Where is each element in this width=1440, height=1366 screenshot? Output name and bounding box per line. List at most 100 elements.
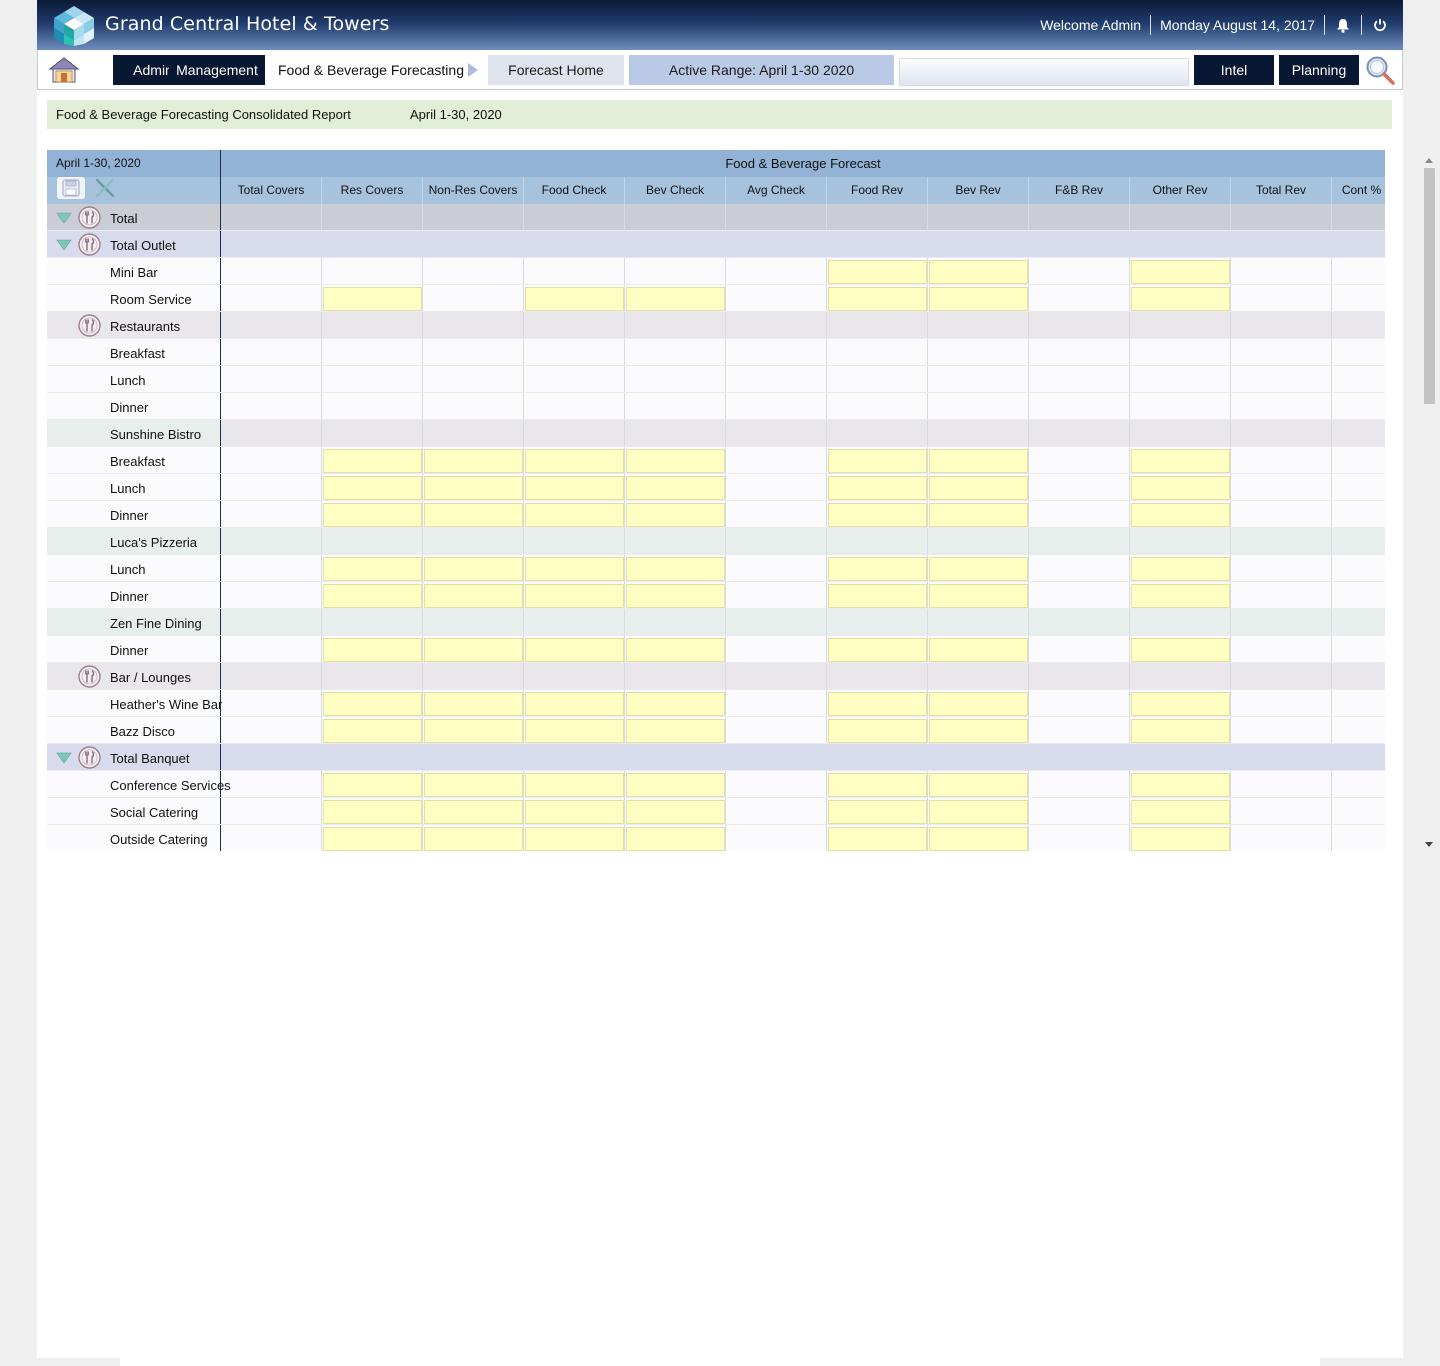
- forecast-input-cell[interactable]: [424, 800, 523, 824]
- expand-triangle-icon[interactable]: [56, 239, 72, 251]
- forecast-input-cell[interactable]: [626, 476, 725, 500]
- forecast-input-cell[interactable]: [1131, 260, 1230, 284]
- forecast-input-cell[interactable]: [323, 476, 422, 500]
- column-header[interactable]: F&B Rev: [1029, 177, 1130, 204]
- forecast-input-cell[interactable]: [424, 773, 523, 797]
- forecast-input-cell[interactable]: [525, 692, 624, 716]
- column-header[interactable]: Non-Res Covers: [423, 177, 524, 204]
- forecast-input-cell[interactable]: [626, 638, 725, 662]
- forecast-input-cell[interactable]: [1131, 773, 1230, 797]
- column-header[interactable]: Total Rev: [1231, 177, 1332, 204]
- forecast-input-cell[interactable]: [929, 719, 1028, 743]
- forecast-input-cell[interactable]: [828, 449, 927, 473]
- forecast-input-cell[interactable]: [828, 638, 927, 662]
- forecast-input-cell[interactable]: [828, 287, 927, 311]
- forecast-input-cell[interactable]: [929, 584, 1028, 608]
- forecast-input-cell[interactable]: [1131, 827, 1230, 851]
- forecast-input-cell[interactable]: [929, 476, 1028, 500]
- bell-icon[interactable]: [1334, 16, 1352, 34]
- forecast-input-cell[interactable]: [828, 719, 927, 743]
- forecast-input-cell[interactable]: [525, 287, 624, 311]
- forecast-input-cell[interactable]: [1131, 449, 1230, 473]
- forecast-input-cell[interactable]: [323, 557, 422, 581]
- forecast-input-cell[interactable]: [929, 692, 1028, 716]
- column-header[interactable]: Cont %: [1332, 177, 1385, 204]
- forecast-input-cell[interactable]: [1131, 638, 1230, 662]
- forecast-input-cell[interactable]: [1131, 557, 1230, 581]
- column-header[interactable]: Avg Check: [726, 177, 827, 204]
- forecast-input-cell[interactable]: [525, 449, 624, 473]
- forecast-input-cell[interactable]: [525, 719, 624, 743]
- forecast-input-cell[interactable]: [424, 449, 523, 473]
- forecast-input-cell[interactable]: [323, 503, 422, 527]
- forecast-input-cell[interactable]: [828, 584, 927, 608]
- forecast-input-cell[interactable]: [828, 476, 927, 500]
- forecast-input-cell[interactable]: [323, 584, 422, 608]
- scroll-down-icon[interactable]: [1425, 842, 1433, 847]
- forecast-input-cell[interactable]: [323, 692, 422, 716]
- forecast-input-cell[interactable]: [626, 503, 725, 527]
- forecast-input-cell[interactable]: [626, 584, 725, 608]
- forecast-input-cell[interactable]: [626, 557, 725, 581]
- forecast-input-cell[interactable]: [929, 503, 1028, 527]
- forecast-input-cell[interactable]: [929, 773, 1028, 797]
- forecast-input-cell[interactable]: [323, 827, 422, 851]
- forecast-input-cell[interactable]: [626, 827, 725, 851]
- forecast-input-cell[interactable]: [1131, 800, 1230, 824]
- forecast-input-cell[interactable]: [424, 692, 523, 716]
- forecast-input-cell[interactable]: [828, 800, 927, 824]
- forecast-input-cell[interactable]: [828, 260, 927, 284]
- forecast-input-cell[interactable]: [1131, 287, 1230, 311]
- forecast-input-cell[interactable]: [323, 800, 422, 824]
- forecast-input-cell[interactable]: [1131, 584, 1230, 608]
- active-range-selector[interactable]: Active Range: April 1-30 2020: [629, 55, 894, 85]
- scroll-thumb[interactable]: [1424, 168, 1435, 404]
- forecast-input-cell[interactable]: [424, 827, 523, 851]
- forecast-input-cell[interactable]: [424, 476, 523, 500]
- forecast-input-cell[interactable]: [828, 692, 927, 716]
- forecast-input-cell[interactable]: [626, 287, 725, 311]
- forecast-input-cell[interactable]: [929, 557, 1028, 581]
- column-header[interactable]: Res Covers: [322, 177, 423, 204]
- forecast-input-cell[interactable]: [525, 638, 624, 662]
- forecast-input-cell[interactable]: [929, 287, 1028, 311]
- search-input[interactable]: [899, 58, 1189, 86]
- forecast-input-cell[interactable]: [828, 503, 927, 527]
- forecast-input-cell[interactable]: [626, 719, 725, 743]
- forecast-input-cell[interactable]: [929, 449, 1028, 473]
- forecast-input-cell[interactable]: [323, 773, 422, 797]
- forecast-input-cell[interactable]: [929, 638, 1028, 662]
- forecast-input-cell[interactable]: [1131, 719, 1230, 743]
- expand-triangle-icon[interactable]: [56, 212, 72, 224]
- column-header[interactable]: Food Check: [524, 177, 625, 204]
- forecast-input-cell[interactable]: [929, 827, 1028, 851]
- forecast-input-cell[interactable]: [626, 773, 725, 797]
- column-header[interactable]: Bev Check: [625, 177, 726, 204]
- expand-triangle-icon[interactable]: [56, 752, 72, 764]
- forecast-input-cell[interactable]: [1131, 692, 1230, 716]
- forecast-input-cell[interactable]: [525, 827, 624, 851]
- column-header[interactable]: Food Rev: [827, 177, 928, 204]
- forecast-input-cell[interactable]: [929, 800, 1028, 824]
- forecast-input-cell[interactable]: [626, 692, 725, 716]
- forecast-input-cell[interactable]: [424, 557, 523, 581]
- column-header[interactable]: Other Rev: [1130, 177, 1231, 204]
- forecast-input-cell[interactable]: [424, 719, 523, 743]
- forecast-input-cell[interactable]: [323, 638, 422, 662]
- power-icon[interactable]: [1371, 16, 1389, 34]
- forecast-input-cell[interactable]: [1131, 503, 1230, 527]
- forecast-input-cell[interactable]: [828, 827, 927, 851]
- save-icon[interactable]: [57, 177, 85, 199]
- forecast-input-cell[interactable]: [828, 557, 927, 581]
- search-magnifier-icon[interactable]: [1363, 54, 1397, 86]
- forecast-input-cell[interactable]: [626, 800, 725, 824]
- management-button[interactable]: Management: [169, 55, 265, 85]
- column-header[interactable]: Total Covers: [221, 177, 322, 204]
- forecast-input-cell[interactable]: [929, 260, 1028, 284]
- forecast-input-cell[interactable]: [1131, 476, 1230, 500]
- forecast-input-cell[interactable]: [424, 638, 523, 662]
- breadcrumb[interactable]: Food & Beverage Forecasting: [278, 55, 478, 85]
- forecast-input-cell[interactable]: [424, 584, 523, 608]
- forecast-input-cell[interactable]: [525, 557, 624, 581]
- forecast-input-cell[interactable]: [525, 800, 624, 824]
